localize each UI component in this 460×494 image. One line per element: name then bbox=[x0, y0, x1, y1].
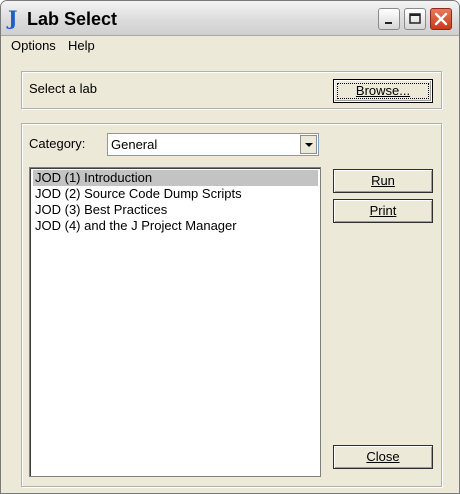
j-app-icon: J bbox=[8, 6, 18, 30]
minimize-button[interactable] bbox=[378, 8, 400, 30]
close-button-label: Close bbox=[366, 449, 400, 464]
menu-bar: Options Help bbox=[1, 36, 459, 55]
close-button[interactable]: Close bbox=[333, 445, 433, 469]
maximize-icon bbox=[409, 13, 421, 24]
menu-options[interactable]: Options bbox=[11, 37, 56, 54]
lab-list-item[interactable]: JOD (1) Introduction bbox=[33, 170, 318, 186]
category-dropdown-button[interactable] bbox=[300, 135, 317, 154]
focus-ring bbox=[337, 83, 429, 99]
lab-listbox[interactable]: JOD (1) Introduction JOD (2) Source Code… bbox=[29, 167, 321, 477]
category-selected-value: General bbox=[111, 137, 158, 152]
print-button-label: Print bbox=[369, 203, 397, 218]
run-button-label: Run bbox=[371, 173, 395, 188]
close-window-button[interactable] bbox=[430, 8, 452, 30]
category-label: Category: bbox=[29, 136, 86, 151]
chevron-down-icon bbox=[305, 143, 313, 147]
minimize-icon bbox=[385, 22, 392, 24]
maximize-button[interactable] bbox=[404, 8, 426, 30]
category-dropdown[interactable]: General bbox=[107, 133, 319, 156]
lab-list-item[interactable]: JOD (3) Best Practices bbox=[33, 202, 318, 218]
lab-select-window: J Lab Select Options Help Select a lab B… bbox=[0, 0, 460, 494]
lab-list-item[interactable]: JOD (2) Source Code Dump Scripts bbox=[33, 186, 318, 202]
select-lab-label: Select a lab bbox=[29, 81, 97, 96]
browse-button[interactable]: Browse... bbox=[333, 79, 433, 103]
run-button[interactable]: Run bbox=[333, 169, 433, 193]
title-bar[interactable]: J Lab Select bbox=[1, 1, 459, 36]
close-icon bbox=[434, 12, 448, 26]
print-button[interactable]: Print bbox=[333, 199, 433, 223]
menu-help[interactable]: Help bbox=[68, 37, 95, 54]
lab-list-item[interactable]: JOD (4) and the J Project Manager bbox=[33, 218, 318, 234]
window-title: Lab Select bbox=[27, 9, 118, 29]
